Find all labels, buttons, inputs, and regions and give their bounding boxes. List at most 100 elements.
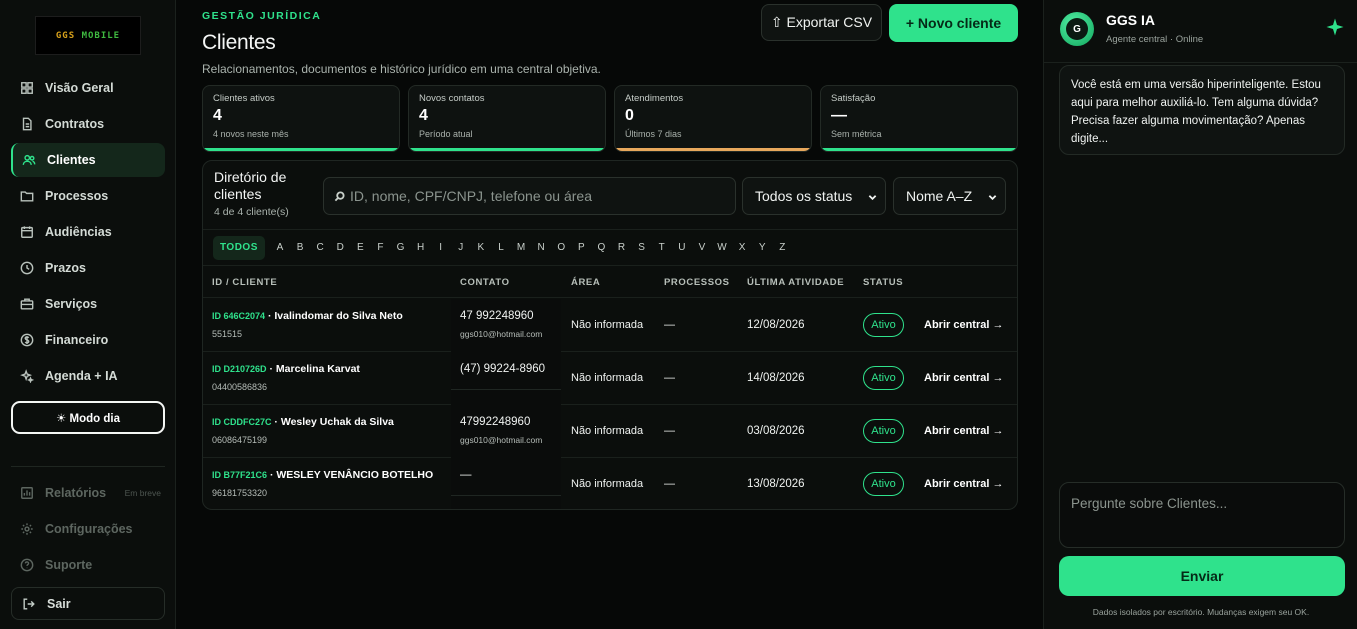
alpha-filter-l[interactable]: L — [491, 242, 511, 253]
column-header-processos[interactable]: PROCESSOS — [664, 277, 730, 288]
chevron-down-icon — [988, 195, 997, 201]
alpha-filter-p[interactable]: P — [571, 242, 591, 253]
main-content: GESTÃO JURÍDICA Clientes Relacionamentos… — [176, 0, 1043, 629]
contact-cell: 47 992248960 ggs010@hotmail.com — [451, 299, 561, 352]
client-directory: Diretório de clientes 4 de 4 cliente(s) … — [202, 160, 1018, 510]
alpha-filter-f[interactable]: F — [370, 242, 390, 253]
alpha-filter-t[interactable]: T — [652, 242, 672, 253]
send-button[interactable]: Enviar — [1059, 556, 1345, 596]
sidebar-item-prazos[interactable]: Prazos — [11, 251, 165, 285]
main-nav: Visão Geral Contratos Clientes Processos… — [11, 71, 165, 395]
column-header-area[interactable]: ÁREA — [571, 277, 600, 288]
sidebar-item-servicos[interactable]: Serviços — [11, 287, 165, 321]
alpha-filter-o[interactable]: O — [551, 242, 571, 253]
alpha-filter-k[interactable]: K — [471, 242, 491, 253]
stat-accent-bar — [409, 148, 605, 151]
new-client-button[interactable]: + Novo cliente — [889, 4, 1018, 42]
sidebar-item-suporte[interactable]: Suporte — [11, 548, 165, 582]
alpha-filter-all[interactable]: TODOS — [213, 235, 265, 260]
contact-divider — [451, 389, 561, 390]
sidebar-item-label: Contratos — [45, 117, 105, 131]
stat-value: 4 — [419, 107, 428, 124]
sidebar-item-label: Visão Geral — [45, 81, 114, 95]
column-header-id-cliente[interactable]: ID / CLIENTE — [212, 277, 277, 288]
table-row[interactable]: ID 646C2074 · Ivalindomar do Silva Neto … — [203, 299, 1017, 352]
gear-icon — [21, 523, 33, 535]
sidebar-item-label: Audiências — [45, 225, 112, 239]
sort-select[interactable]: Nome A–Z — [893, 177, 1006, 215]
page-subtitle: Relacionamentos, documentos e histórico … — [202, 62, 601, 76]
section-eyebrow: GESTÃO JURÍDICA — [202, 10, 322, 22]
column-header-status[interactable]: STATUS — [863, 277, 903, 288]
assistant-name: GGS IA — [1106, 12, 1156, 28]
client-phone: (47) 99224-8960 — [460, 363, 546, 375]
alpha-filter-j[interactable]: J — [451, 242, 471, 253]
sidebar-item-relatorios[interactable]: Relatórios Em breve — [11, 476, 165, 510]
client-id: ID D210726D — [212, 364, 267, 374]
client-last-activity: 13/08/2026 — [747, 478, 805, 490]
column-header-contato[interactable]: CONTATO — [460, 277, 510, 288]
client-id: ID 646C2074 — [212, 311, 266, 321]
alpha-filter-b[interactable]: B — [290, 242, 310, 253]
alpha-filter-g[interactable]: G — [390, 242, 410, 253]
sidebar-item-label: Prazos — [45, 261, 86, 275]
table-row[interactable]: ID B77F21C6 · WESLEY VENÂNCIO BOTELHO 96… — [203, 458, 1017, 509]
briefcase-icon — [20, 298, 34, 310]
sidebar: GGS MOBILE Visão Geral Contratos Cliente… — [0, 0, 176, 629]
export-csv-button[interactable]: ⇧ Exportar CSV — [761, 4, 882, 41]
alpha-filter-m[interactable]: M — [511, 242, 531, 253]
alpha-filter-n[interactable]: N — [531, 242, 551, 253]
stats-row: Clientes ativos 4 4 novos neste mês Novo… — [202, 85, 1018, 152]
avatar-letter: G — [1066, 18, 1088, 40]
table-row[interactable]: ID CDDFC27C · Wesley Uchak da Silva 0608… — [203, 405, 1017, 458]
alpha-filter-c[interactable]: C — [310, 242, 330, 253]
alpha-filter-i[interactable]: I — [431, 242, 451, 253]
client-id: ID B77F21C6 — [212, 470, 268, 480]
open-central-link[interactable]: Abrir central → — [924, 372, 1003, 384]
sidebar-item-label: Clientes — [47, 153, 96, 167]
client-name: WESLEY VENÂNCIO BOTELHO — [276, 469, 434, 481]
sidebar-item-processos[interactable]: Processos — [11, 179, 165, 213]
search-input[interactable]: ID, nome, CPF/CNPJ, telefone ou área — [323, 177, 736, 215]
client-area: Não informada — [571, 478, 644, 490]
sidebar-item-clientes[interactable]: Clientes — [11, 143, 165, 177]
client-document: 96181753320 — [212, 488, 268, 498]
sidebar-item-contratos[interactable]: Contratos — [11, 107, 165, 141]
alpha-filter-d[interactable]: D — [330, 242, 350, 253]
alpha-filter-q[interactable]: Q — [591, 242, 611, 253]
alpha-filter-y[interactable]: Y — [752, 242, 772, 253]
alpha-filter-w[interactable]: W — [712, 242, 732, 253]
alpha-filter-h[interactable]: H — [411, 242, 431, 253]
sidebar-item-audiencias[interactable]: Audiências — [11, 215, 165, 249]
users-icon — [22, 154, 36, 165]
coming-soon-badge: Em breve — [124, 488, 161, 498]
column-header-ultima-atividade[interactable]: ÚLTIMA ATIVIDADE — [747, 277, 844, 288]
alpha-filter-u[interactable]: U — [672, 242, 692, 253]
file-icon — [22, 117, 32, 131]
alpha-filter-r[interactable]: R — [611, 242, 631, 253]
table-row[interactable]: ID D210726D · Marcelina Karvat 044005868… — [203, 352, 1017, 405]
sidebar-item-label: Agenda + IA — [45, 369, 118, 383]
clock-icon — [20, 261, 34, 275]
brand-logo[interactable]: GGS MOBILE — [35, 16, 141, 55]
open-central-link[interactable]: Abrir central → — [924, 425, 1003, 437]
sidebar-item-configuracoes[interactable]: Configurações — [11, 512, 165, 546]
status-filter-select[interactable]: Todos os status — [742, 177, 886, 215]
logout-icon — [23, 597, 35, 610]
sidebar-item-financeiro[interactable]: Financeiro — [11, 323, 165, 357]
sidebar-item-agenda-ia[interactable]: Agenda + IA — [11, 359, 165, 393]
logout-button[interactable]: Sair — [11, 587, 165, 620]
open-central-link[interactable]: Abrir central → — [924, 478, 1003, 490]
help-icon — [20, 558, 34, 572]
alpha-filter-v[interactable]: V — [692, 242, 712, 253]
alpha-filter-e[interactable]: E — [350, 242, 370, 253]
alpha-filter-z[interactable]: Z — [772, 242, 792, 253]
alpha-filter-s[interactable]: S — [632, 242, 652, 253]
open-central-link[interactable]: Abrir central → — [924, 319, 1003, 331]
day-mode-button[interactable]: ☀ Modo dia — [11, 401, 165, 434]
alpha-filter-x[interactable]: X — [732, 242, 752, 253]
alpha-filter-a[interactable]: A — [270, 242, 290, 253]
sidebar-item-visao-geral[interactable]: Visão Geral — [11, 71, 165, 105]
assistant-input[interactable]: Pergunte sobre Clientes... — [1059, 482, 1345, 548]
app-root: GGS MOBILE Visão Geral Contratos Cliente… — [0, 0, 1357, 629]
